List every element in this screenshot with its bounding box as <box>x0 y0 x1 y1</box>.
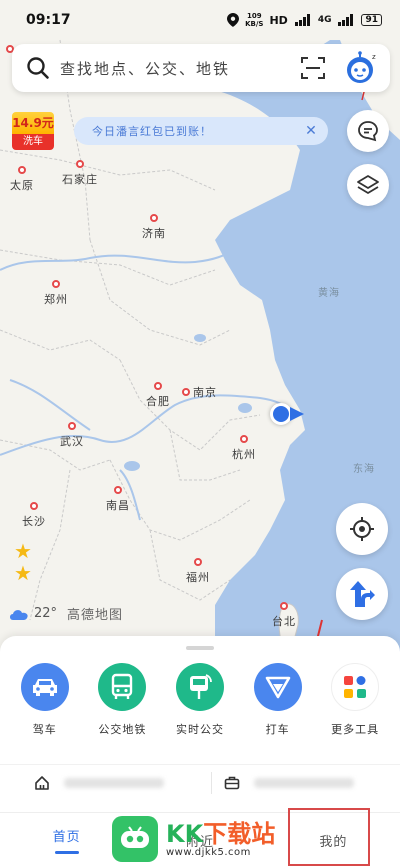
briefcase-icon <box>224 776 239 789</box>
city-hangzhou: 杭州 <box>232 435 256 462</box>
service-more-tools[interactable]: 更多工具 <box>317 663 393 737</box>
highlight-box <box>288 808 370 866</box>
notice-text: 今日潘言红包已到账！ <box>92 125 212 138</box>
sea-label-east: 东海 <box>353 464 375 475</box>
bus-icon <box>98 663 147 711</box>
route-arrow-icon <box>350 581 375 607</box>
cloud-icon <box>10 609 28 620</box>
map-brand-logo: 高德地图 <box>67 608 124 623</box>
weather-widget[interactable]: 22° 高德地图 <box>8 604 123 623</box>
home-address-redacted <box>64 777 164 788</box>
crosshair-icon <box>350 517 374 541</box>
status-icons: 109 KB/S HD 4G 91 <box>227 12 382 28</box>
search-icon <box>27 57 49 79</box>
site-watermark: KK下载站 www.djkk5.com <box>112 814 290 864</box>
star-icon[interactable]: ★ <box>14 562 32 584</box>
service-taxi[interactable]: 打车 <box>240 663 316 737</box>
watermark-title: KK下载站 <box>166 819 276 848</box>
service-label: 公交地铁 <box>98 723 147 736</box>
scan-icon[interactable] <box>300 55 326 81</box>
signal-icon <box>294 14 310 26</box>
promo-label: 洗车 <box>12 134 54 150</box>
sea-label-yellow: 黄海 <box>318 288 340 299</box>
status-bar: 09:17 109 KB/S HD 4G 91 <box>0 0 400 40</box>
network-type: 4G <box>317 15 332 25</box>
service-realtime-bus[interactable]: 实时公交 <box>162 663 238 737</box>
layers-button[interactable] <box>347 164 389 206</box>
sheet-drag-handle[interactable] <box>186 646 214 650</box>
signal-icon <box>338 14 354 26</box>
weather-temperature: 22° <box>34 606 58 621</box>
route-button[interactable] <box>336 568 388 620</box>
network-speed: 109 KB/S <box>245 12 264 28</box>
current-location-marker <box>270 403 292 425</box>
quick-places-row <box>0 764 400 800</box>
service-label: 实时公交 <box>175 723 224 736</box>
favorites-markers[interactable]: ★ ★ <box>14 540 32 584</box>
heading-arrow-icon <box>290 407 304 421</box>
city-fuzhou: 福州 <box>186 558 210 585</box>
battery-icon: 91 <box>361 14 382 26</box>
location-status-icon <box>227 13 240 27</box>
message-icon <box>358 121 378 142</box>
work-address-redacted <box>253 777 354 788</box>
more-tools-icon <box>331 663 380 711</box>
feedback-button[interactable] <box>347 110 389 152</box>
map-view[interactable]: 太原 石家庄 济南 郑州 合肥 南京 武汉 杭州 南昌 长沙 福州 台北 黄海 … <box>0 0 400 660</box>
realtime-bus-icon <box>175 663 224 711</box>
star-icon[interactable]: ★ <box>14 540 32 562</box>
notice-banner[interactable]: 今日潘言红包已到账！ ✕ <box>74 117 328 145</box>
search-bar[interactable]: 查找地点、公交、地铁 z <box>12 44 390 92</box>
work-shortcut[interactable] <box>212 775 400 791</box>
promo-price: 14.9元 <box>12 112 54 134</box>
service-label: 打车 <box>265 723 290 736</box>
gamepad-logo-icon <box>112 816 158 862</box>
service-label: 更多工具 <box>331 723 380 736</box>
status-time: 09:17 <box>26 12 71 28</box>
city-zhengzhou: 郑州 <box>44 280 68 307</box>
city-wuhan: 武汉 <box>60 422 84 449</box>
car-icon <box>20 663 69 711</box>
close-icon[interactable]: ✕ <box>304 124 318 138</box>
city-taibei: 台北 <box>272 602 296 629</box>
service-drive[interactable]: 驾车 <box>7 663 83 737</box>
watermark-url: www.djkk5.com <box>166 846 251 858</box>
search-input[interactable]: 查找地点、公交、地铁 <box>60 58 300 79</box>
home-icon <box>35 775 49 790</box>
service-label: 驾车 <box>32 723 57 736</box>
city-taiyuan: 太原 <box>10 166 34 193</box>
layers-icon <box>357 175 379 194</box>
locate-me-button[interactable] <box>336 503 388 555</box>
city-changsha: 长沙 <box>22 502 46 529</box>
city-hefei: 合肥 <box>146 382 170 409</box>
assistant-mascot-icon[interactable]: z <box>344 51 378 85</box>
taxi-icon <box>253 663 302 711</box>
home-shortcut[interactable] <box>0 775 211 791</box>
hd-indicator: HD <box>269 13 288 27</box>
service-transit[interactable]: 公交地铁 <box>84 663 160 737</box>
car-wash-promo[interactable]: 14.9元 洗车 <box>12 112 54 150</box>
city-shijiazhuang: 石家庄 <box>62 160 98 187</box>
city-nanjing: 南京 <box>182 384 217 400</box>
svg-text:z: z <box>372 53 376 61</box>
city-jinan: 济南 <box>142 214 166 241</box>
tab-label: 首页 <box>52 830 81 845</box>
city-nanchang: 南昌 <box>106 486 130 513</box>
service-shortcuts: 驾车 公交地铁 实时公交 打车 更多工具 <box>0 663 400 737</box>
active-indicator <box>54 851 79 854</box>
